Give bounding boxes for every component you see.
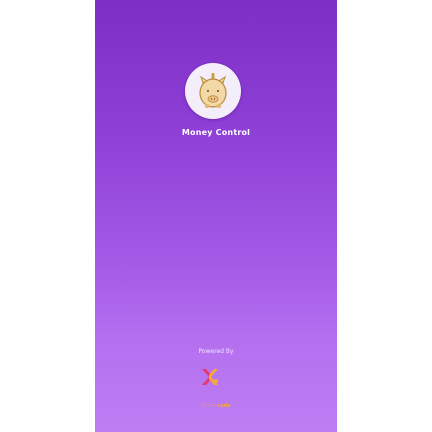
- powered-by-footer: Powered By Plural code: [95, 318, 337, 432]
- brand-name-part2: code: [217, 403, 231, 409]
- page: Money Control Powered By Plural code: [0, 0, 432, 432]
- piggy-bank-icon: [199, 73, 227, 108]
- brand-logo-icon: [202, 369, 218, 385]
- brand-name-part1: Plural: [201, 403, 216, 409]
- splash-screen: Money Control Powered By Plural code: [95, 0, 337, 432]
- splash-header: Money Control: [95, 0, 337, 320]
- app-logo: [185, 63, 241, 119]
- app-title: Money Control: [181, 128, 251, 137]
- powered-by-label: Powered By: [198, 348, 234, 355]
- brand-name: Plural code: [95, 403, 337, 409]
